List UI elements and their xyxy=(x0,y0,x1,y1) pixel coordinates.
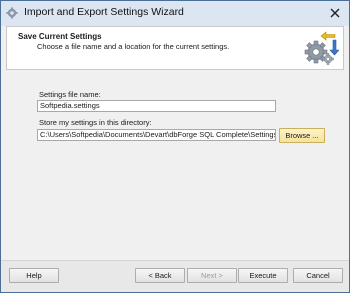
browse-button[interactable]: Browse ... xyxy=(279,128,325,143)
file-name-field[interactable]: Softpedia.settings xyxy=(37,100,276,112)
page-subtitle: Choose a file name and a location for th… xyxy=(37,42,230,51)
directory-label: Store my settings in this directory: xyxy=(39,118,152,127)
page-title: Save Current Settings xyxy=(18,32,102,41)
back-button[interactable]: < Back xyxy=(135,268,185,283)
wizard-window: Import and Export Settings Wizard Save C… xyxy=(0,0,350,293)
header-panel: Save Current Settings Choose a file name… xyxy=(6,26,344,70)
close-icon[interactable] xyxy=(329,7,341,19)
gear-icon xyxy=(6,7,18,19)
help-button[interactable]: Help xyxy=(9,268,59,283)
next-button[interactable]: Next > xyxy=(187,268,237,283)
button-bar: Help < Back Next > Execute Cancel xyxy=(1,261,349,292)
title-bar[interactable]: Import and Export Settings Wizard xyxy=(1,1,349,26)
file-name-label: Settings file name: xyxy=(39,90,101,99)
cancel-button[interactable]: Cancel xyxy=(293,268,343,283)
window-title: Import and Export Settings Wizard xyxy=(24,6,184,18)
execute-button[interactable]: Execute xyxy=(238,268,288,283)
gears-with-arrows-icon xyxy=(304,31,339,65)
directory-field[interactable]: C:\Users\Softpedia\Documents\Devart\dbFo… xyxy=(37,129,276,141)
